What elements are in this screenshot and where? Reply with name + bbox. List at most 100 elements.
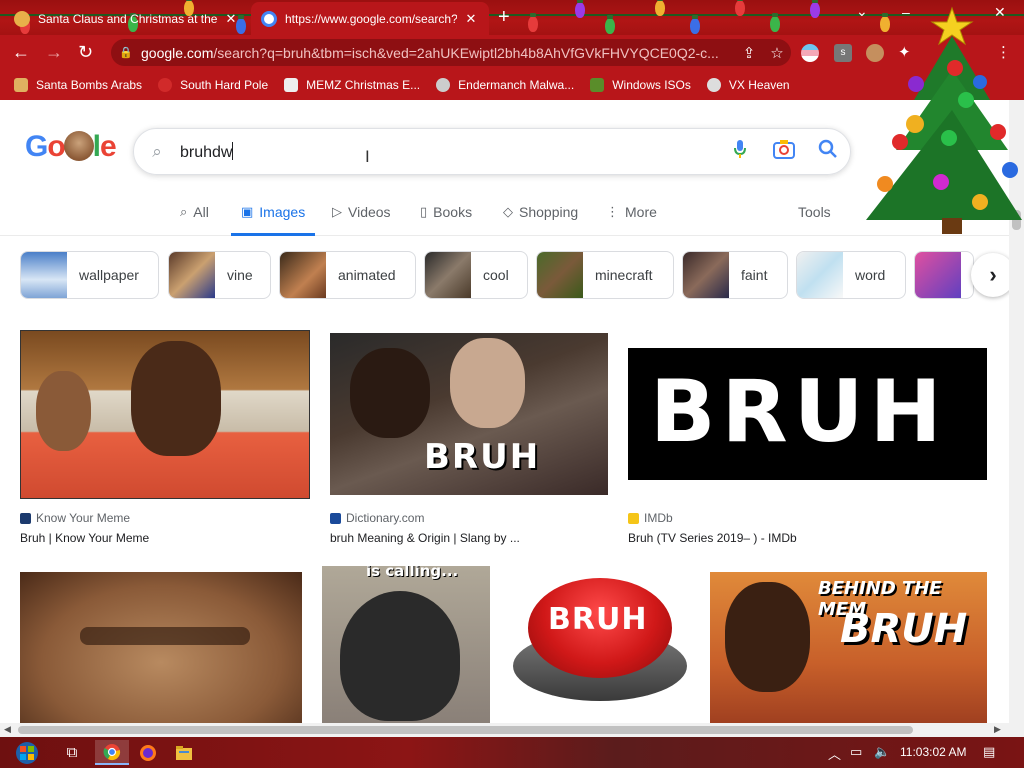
result-source[interactable]: Dictionary.com bbox=[330, 511, 424, 525]
back-button[interactable]: ← bbox=[12, 43, 30, 61]
image-caption-text: BRUH bbox=[548, 602, 648, 637]
source-label: IMDb bbox=[644, 511, 673, 525]
chip-cool[interactable]: cool bbox=[424, 251, 528, 299]
show-hidden-icons-chevron-icon[interactable]: ︿ bbox=[828, 744, 841, 763]
bookmark-item[interactable]: South Hard Pole bbox=[158, 78, 268, 92]
search-box[interactable]: ⌕ bruhdw bbox=[133, 128, 851, 175]
scroll-left-icon[interactable]: ◀ bbox=[4, 724, 11, 735]
result-image[interactable] bbox=[20, 330, 310, 499]
tools-button[interactable]: Tools bbox=[798, 204, 831, 220]
scrollbar-thumb[interactable] bbox=[1012, 210, 1021, 230]
task-view-button[interactable]: ⧉ bbox=[55, 740, 89, 765]
result-source[interactable]: IMDb bbox=[628, 511, 673, 525]
tab-books[interactable]: ▯ Books bbox=[420, 204, 472, 236]
result-image[interactable]: BRUH bbox=[510, 566, 690, 723]
browser-tab-active[interactable]: https://www.google.com/search? ✕ bbox=[251, 2, 489, 35]
chip-thumbnail bbox=[683, 252, 729, 298]
clock[interactable]: 11:03:02 AM bbox=[900, 745, 967, 759]
reload-button[interactable]: ↻ bbox=[78, 43, 93, 61]
chip-partial[interactable] bbox=[914, 251, 974, 299]
text-caret bbox=[232, 141, 234, 160]
bookmark-item[interactable]: Windows ISOs bbox=[590, 78, 691, 92]
menu-kebab-icon[interactable]: ⋮ bbox=[996, 44, 1011, 62]
result-image[interactable] bbox=[20, 572, 302, 723]
new-tab-button[interactable]: + bbox=[498, 6, 510, 28]
volume-icon[interactable]: 🔈 bbox=[874, 744, 890, 760]
result-title[interactable]: Bruh (TV Series 2019– ) - IMDb bbox=[628, 531, 797, 545]
scroll-right-icon[interactable]: ▶ bbox=[994, 724, 1001, 735]
result-image[interactable]: BRUH bbox=[628, 348, 987, 480]
chrome-taskbar-icon[interactable] bbox=[95, 740, 129, 765]
chip-wallpaper[interactable]: wallpaper bbox=[20, 251, 159, 299]
person-silhouette bbox=[450, 338, 525, 428]
bookmark-star-icon[interactable]: ☆ bbox=[763, 44, 791, 62]
tab-search-button[interactable]: ⌄ bbox=[856, 3, 868, 20]
bookmark-label: VX Heaven bbox=[728, 78, 790, 92]
result-image[interactable]: BEHIND THE MEM BRUH bbox=[710, 572, 987, 723]
flag-extension-icon[interactable] bbox=[801, 44, 819, 62]
chip-faint[interactable]: faint bbox=[682, 251, 788, 299]
bookmark-item[interactable]: VX Heaven bbox=[706, 78, 790, 92]
google-logo[interactable]: Go le bbox=[25, 130, 117, 164]
tab-label: Images bbox=[259, 204, 306, 220]
url-text[interactable]: google.com/search?q=bruh&tbm=isch&ved=2a… bbox=[141, 45, 735, 61]
light-bulb-icon bbox=[770, 13, 780, 32]
search-submit-icon[interactable] bbox=[806, 139, 850, 164]
close-tab-icon[interactable]: ✕ bbox=[223, 11, 239, 27]
camera-lens-icon[interactable] bbox=[762, 139, 806, 164]
tab-videos[interactable]: ▷ Videos bbox=[332, 204, 391, 236]
person-silhouette bbox=[350, 348, 430, 438]
screen: Santa Claus and Christmas at the ✕ https… bbox=[0, 0, 1024, 768]
minimize-button[interactable]: – bbox=[902, 4, 910, 20]
bookmark-item[interactable]: MEMZ Christmas E... bbox=[284, 78, 420, 92]
tab-images[interactable]: ▣ Images bbox=[231, 204, 316, 236]
chip-animated[interactable]: animated bbox=[279, 251, 416, 299]
result-title[interactable]: bruh Meaning & Origin | Slang by ... bbox=[330, 531, 520, 545]
lock-icon[interactable]: 🔒 bbox=[111, 46, 141, 59]
result-image[interactable]: BRUH bbox=[330, 333, 608, 495]
bookmark-item[interactable]: Endermanch Malwa... bbox=[436, 78, 574, 92]
light-bulb-icon bbox=[880, 13, 890, 32]
search-query-text: bruhdw bbox=[180, 143, 233, 161]
source-label: Know Your Meme bbox=[36, 511, 131, 525]
chip-vine[interactable]: vine bbox=[168, 251, 271, 299]
imdb-favicon-icon bbox=[628, 512, 639, 524]
bookmark-item[interactable]: Santa Bombs Arabs bbox=[14, 78, 142, 92]
profile-extension-icon[interactable] bbox=[866, 44, 884, 62]
s-extension-icon[interactable]: s bbox=[834, 44, 852, 62]
notifications-icon[interactable]: ▤ bbox=[983, 744, 995, 760]
forward-button[interactable]: → bbox=[45, 43, 63, 61]
network-icon[interactable]: ▭ bbox=[850, 744, 862, 760]
tab-more[interactable]: ⋮ More bbox=[606, 204, 657, 236]
puzzle-extension-icon[interactable]: ✦ bbox=[898, 44, 916, 62]
file-explorer-taskbar-icon[interactable] bbox=[167, 740, 201, 765]
microphone-icon[interactable] bbox=[718, 139, 762, 164]
chip-minecraft[interactable]: minecraft bbox=[536, 251, 674, 299]
page-icon bbox=[284, 78, 299, 92]
horizontal-scrollbar[interactable]: ◀ ▶ bbox=[0, 723, 1024, 737]
image-icon: ▣ bbox=[241, 204, 254, 219]
result-title[interactable]: Bruh | Know Your Meme bbox=[20, 531, 149, 545]
tab-all[interactable]: ⌕ All bbox=[180, 204, 209, 236]
browser-tab[interactable]: Santa Claus and Christmas at the ✕ bbox=[4, 2, 249, 35]
chip-label: word bbox=[855, 267, 886, 283]
tab-title: https://www.google.com/search? bbox=[285, 11, 457, 26]
image-caption-text: BRUH bbox=[424, 437, 541, 477]
search-input[interactable]: bruhdw bbox=[180, 141, 718, 162]
firefox-taskbar-icon[interactable] bbox=[131, 740, 165, 765]
chip-word[interactable]: word bbox=[796, 251, 906, 299]
close-tab-icon[interactable]: ✕ bbox=[463, 11, 479, 27]
book-icon: ▯ bbox=[420, 204, 428, 219]
share-icon[interactable]: ⇪ bbox=[735, 44, 763, 62]
tab-shopping[interactable]: ◇ Shopping bbox=[503, 204, 578, 236]
start-button[interactable] bbox=[8, 740, 46, 765]
scrollbar-thumb[interactable] bbox=[18, 726, 913, 734]
light-bulb-icon bbox=[690, 15, 700, 34]
person-silhouette bbox=[36, 371, 91, 451]
address-bar[interactable]: 🔒 google.com/search?q=bruh&tbm=isch&ved=… bbox=[111, 39, 791, 66]
vertical-scrollbar[interactable] bbox=[1009, 100, 1024, 723]
tab-label: Videos bbox=[348, 204, 391, 220]
result-image[interactable]: is calling... bbox=[322, 566, 490, 723]
close-window-button[interactable]: ✕ bbox=[994, 4, 1006, 21]
result-source[interactable]: Know Your Meme bbox=[20, 511, 130, 525]
